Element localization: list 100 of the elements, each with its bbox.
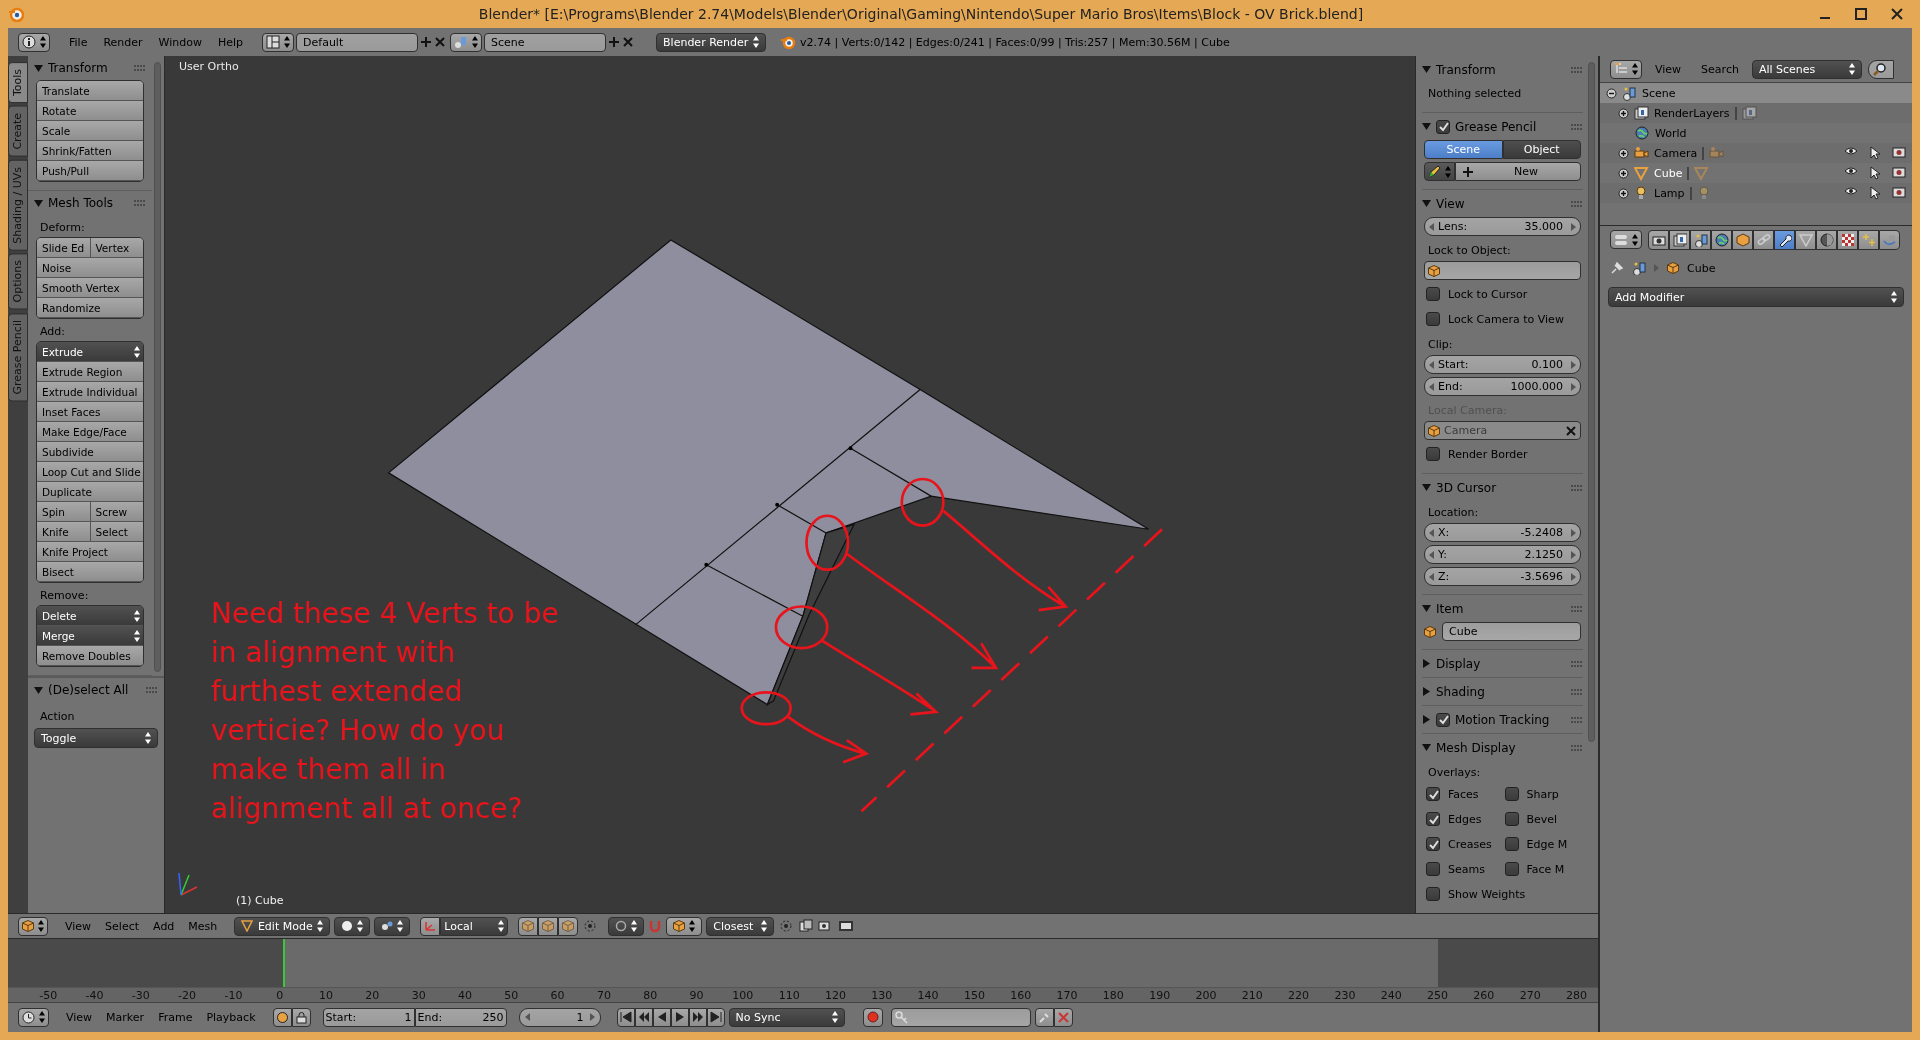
plus-icon[interactable] xyxy=(420,36,433,48)
object-field[interactable] xyxy=(1424,261,1581,280)
number-field[interactable]: Z: -3.5696 xyxy=(1424,567,1581,586)
menu-item[interactable]: View xyxy=(1648,62,1689,76)
tool-button[interactable]: Push/Pull xyxy=(37,161,143,181)
checkbox[interactable] xyxy=(1426,312,1440,326)
record-button[interactable] xyxy=(862,1007,883,1027)
camera-icon[interactable] xyxy=(1892,186,1906,198)
menu-item[interactable]: View xyxy=(58,919,99,933)
keying-set-field[interactable] xyxy=(890,1007,1031,1027)
disclosure-triangle-icon[interactable] xyxy=(34,63,43,73)
tree-row[interactable]: Lamp xyxy=(1600,183,1912,203)
tree-row[interactable]: World xyxy=(1600,123,1912,143)
panel-title[interactable]: Display xyxy=(1436,656,1566,671)
right-arrow-icon[interactable] xyxy=(1571,222,1576,231)
tool-button[interactable]: Noise xyxy=(37,258,143,278)
left-arrow-icon[interactable] xyxy=(1429,382,1434,391)
properties-tab[interactable] xyxy=(1669,229,1690,250)
close-icon[interactable] xyxy=(434,36,447,48)
checkbox[interactable] xyxy=(1504,787,1519,801)
sync-dropdown[interactable]: No Sync xyxy=(728,1007,845,1027)
add-modifier-dropdown[interactable]: Add Modifier xyxy=(1608,287,1904,307)
close-icon[interactable] xyxy=(622,36,635,48)
menu-item[interactable]: Frame xyxy=(151,1010,200,1024)
eye-icon[interactable] xyxy=(1844,186,1858,196)
scrollbar[interactable] xyxy=(1588,62,1595,742)
left-arrow-icon[interactable] xyxy=(1429,550,1434,559)
eye-icon[interactable] xyxy=(1844,146,1858,156)
tool-button[interactable]: Duplicate xyxy=(37,482,143,502)
tree-row[interactable]: RenderLayers xyxy=(1600,103,1912,123)
checkbox[interactable] xyxy=(1426,287,1440,301)
tool-button[interactable]: Screw xyxy=(90,502,143,522)
right-arrow-icon[interactable] xyxy=(589,1013,595,1021)
properties-tab[interactable] xyxy=(1690,229,1711,250)
name-field[interactable]: Cube xyxy=(1442,622,1581,641)
properties-tab[interactable] xyxy=(1837,229,1858,250)
tool-dropdown[interactable]: Merge xyxy=(37,626,143,646)
editor-type-button[interactable] xyxy=(18,32,50,52)
panel-tab[interactable]: Create xyxy=(8,106,28,157)
tool-button[interactable]: Slide Ed xyxy=(37,238,91,258)
checkbox[interactable] xyxy=(1426,447,1440,461)
tool-button[interactable]: Make Edge/Face xyxy=(37,422,143,442)
expand-icon[interactable] xyxy=(1618,187,1629,199)
select-mode-button[interactable] xyxy=(558,916,579,936)
menu-item[interactable]: Mesh xyxy=(181,919,225,933)
pencil-dropdown[interactable] xyxy=(1424,162,1455,181)
scrollbar[interactable] xyxy=(154,62,161,672)
snap-target-dropdown[interactable]: Closest xyxy=(706,916,775,936)
menu-item[interactable]: Playback xyxy=(199,1010,263,1024)
checkbox-label[interactable]: Lock Camera to View xyxy=(1448,312,1564,326)
properties-tab[interactable] xyxy=(1732,229,1753,250)
render-engine-dropdown[interactable]: Blender Render xyxy=(656,32,767,52)
disclosure-triangle-icon[interactable] xyxy=(1422,65,1431,74)
properties-tab[interactable] xyxy=(1858,229,1879,250)
checkbox[interactable] xyxy=(1504,837,1519,851)
properties-tab[interactable] xyxy=(1795,229,1816,250)
panel-title[interactable]: (De)select All xyxy=(48,683,141,697)
orientation-dropdown[interactable]: Local xyxy=(440,916,509,936)
pin-icon[interactable] xyxy=(1610,261,1624,275)
toggle-button[interactable]: Scene xyxy=(1424,140,1503,159)
right-arrow-icon[interactable] xyxy=(1571,550,1576,559)
cursor-icon[interactable] xyxy=(1870,186,1880,200)
checkbox[interactable] xyxy=(1436,712,1450,727)
maximize-icon[interactable] xyxy=(1854,7,1868,21)
disclosure-triangle-icon[interactable] xyxy=(1422,687,1431,696)
expand-icon[interactable] xyxy=(1618,107,1629,119)
tool-dropdown[interactable]: Extrude xyxy=(37,342,143,362)
checkbox-label[interactable]: Edges xyxy=(1448,812,1482,826)
camera-icon[interactable] xyxy=(1892,166,1906,178)
panel-title[interactable]: View xyxy=(1436,196,1566,211)
tool-button[interactable]: Loop Cut and Slide xyxy=(37,462,143,482)
plus-icon[interactable] xyxy=(1462,165,1474,178)
checkbox-label[interactable]: Faces xyxy=(1448,787,1479,801)
panel-title[interactable]: Mesh Display xyxy=(1436,740,1566,755)
checkbox[interactable] xyxy=(1426,837,1440,851)
end-frame-field[interactable]: End: 250 xyxy=(414,1007,507,1027)
tool-button[interactable]: Extrude Individual xyxy=(37,382,143,402)
selector-button[interactable] xyxy=(262,32,295,52)
tool-button[interactable]: Extrude Region xyxy=(37,362,143,382)
menu-item[interactable]: Render xyxy=(96,35,150,49)
plus-icon[interactable] xyxy=(608,36,621,48)
expand-icon[interactable] xyxy=(1618,167,1629,179)
film-icon[interactable] xyxy=(838,918,855,934)
checkbox-label[interactable]: Edge M xyxy=(1526,837,1568,851)
checkbox[interactable] xyxy=(1436,119,1450,134)
toggle-button[interactable] xyxy=(291,1007,311,1027)
number-field[interactable]: Start: 0.100 xyxy=(1424,355,1581,374)
new-button[interactable]: New xyxy=(1455,162,1581,181)
menu-item[interactable]: Window xyxy=(151,35,209,49)
panel-title[interactable]: Item xyxy=(1436,601,1566,616)
editor-type-button[interactable] xyxy=(1610,59,1642,79)
editor-type-button[interactable] xyxy=(1610,230,1642,249)
tool-button[interactable]: Subdivide xyxy=(37,442,143,462)
checkbox[interactable] xyxy=(1426,812,1440,826)
right-arrow-icon[interactable] xyxy=(1571,360,1576,369)
tool-button[interactable]: Randomize xyxy=(37,298,143,318)
editor-type-button[interactable] xyxy=(18,1007,49,1027)
checkbox[interactable] xyxy=(1426,862,1440,876)
number-field[interactable]: End: 1000.000 xyxy=(1424,377,1581,396)
tool-button[interactable]: Rotate xyxy=(37,101,143,121)
